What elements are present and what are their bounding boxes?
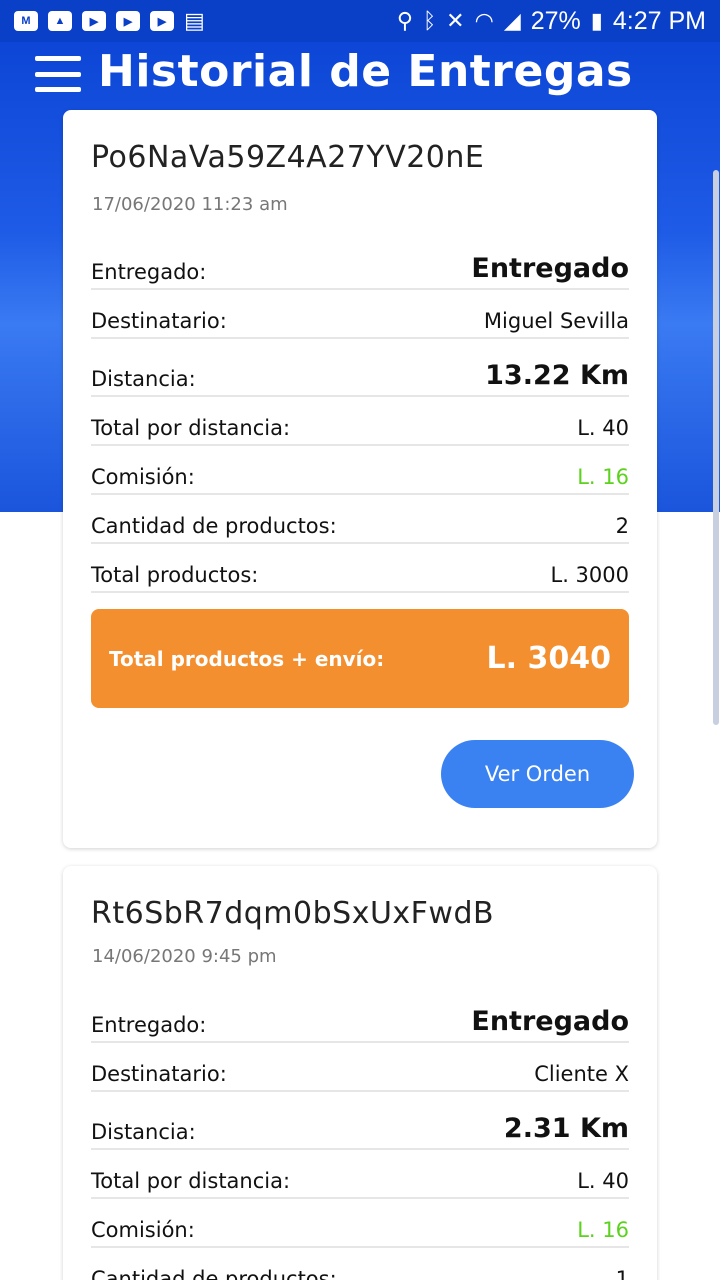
row-label: Distancia: (91, 1120, 196, 1144)
row-label: Distancia: (91, 367, 196, 391)
order-card: Po6NaVa59Z4A27YV20nE 17/06/2020 11:23 am… (63, 110, 657, 848)
row-label: Cantidad de productos: (91, 514, 337, 538)
delivery-status: Entregado (471, 1006, 629, 1037)
row-cantidad: Cantidad de productos: 2 (91, 495, 629, 544)
distance-total-value: L. 40 (577, 416, 629, 440)
row-destinatario: Destinatario: Cliente X (91, 1043, 629, 1092)
bluetooth-icon: ᛒ (422, 8, 437, 33)
image-icon: ▲ (48, 11, 72, 31)
row-entregado: Entregado: Entregado (91, 994, 629, 1043)
row-label: Entregado: (91, 1013, 207, 1037)
order-id: Rt6SbR7dqm0bSxUxFwdB (91, 896, 495, 931)
order-card: Rt6SbR7dqm0bSxUxFwdB 14/06/2020 9:45 pm … (63, 866, 657, 1280)
products-total-value: L. 3000 (550, 563, 630, 587)
delivery-status: Entregado (471, 253, 629, 284)
row-label: Comisión: (91, 1218, 195, 1242)
row-label: Total por distancia: (91, 416, 291, 440)
row-entregado: Entregado: Entregado (91, 241, 629, 290)
row-label: Destinatario: (91, 309, 227, 333)
recipient-name: Miguel Sevilla (483, 309, 629, 333)
row-label: Entregado: (91, 260, 207, 284)
recipient-name: Cliente X (534, 1062, 629, 1086)
notification-icons: M ▲ ▶ ▶ ▶ ▤ (14, 10, 205, 32)
distance-value: 13.22 Km (485, 360, 629, 391)
row-total-distancia: Total por distancia: L. 40 (91, 1150, 629, 1199)
signal-icon: ◢ (503, 8, 521, 33)
distance-total-value: L. 40 (577, 1169, 629, 1193)
barcode-icon: ▤ (184, 8, 205, 33)
row-comision: Comisión: L. 16 (91, 446, 629, 495)
commission-value: L. 16 (577, 465, 629, 489)
row-destinatario: Destinatario: Miguel Sevilla (91, 290, 629, 339)
page-title: Historial de Entregas (98, 46, 633, 97)
scrollbar[interactable] (713, 170, 719, 725)
battery-percent: 27% (530, 6, 581, 35)
order-date: 17/06/2020 11:23 am (92, 194, 288, 215)
gmail-icon: M (14, 11, 38, 31)
product-count: 1 (615, 1267, 629, 1280)
order-id: Po6NaVa59Z4A27YV20nE (91, 140, 485, 175)
row-label: Cantidad de productos: (91, 1267, 337, 1280)
hamburger-menu-icon[interactable] (35, 56, 81, 92)
battery-icon: ▮ (590, 8, 603, 33)
status-bar: M ▲ ▶ ▶ ▶ ▤ ⚲ ᛒ ✕ ◠ ◢ 27% ▮ 4:27 PM (0, 0, 720, 42)
order-date: 14/06/2020 9:45 pm (92, 946, 277, 967)
product-count: 2 (615, 514, 629, 538)
row-total-distancia: Total por distancia: L. 40 (91, 397, 629, 446)
grand-total-value: L. 3040 (486, 641, 611, 676)
grand-total-label: Total productos + envío: (109, 646, 385, 671)
mute-icon: ✕ (446, 8, 465, 33)
row-comision: Comisión: L. 16 (91, 1199, 629, 1248)
row-label: Destinatario: (91, 1062, 227, 1086)
location-icon: ⚲ (396, 8, 413, 33)
wifi-icon: ◠ (474, 8, 494, 33)
youtube-icon: ▶ (82, 11, 106, 31)
commission-value: L. 16 (577, 1218, 629, 1242)
ver-orden-button[interactable]: Ver Orden (441, 740, 634, 808)
row-label: Total productos: (91, 563, 259, 587)
row-total-productos: Total productos: L. 3000 (91, 544, 629, 593)
row-cantidad: Cantidad de productos: 1 (91, 1248, 629, 1280)
clock: 4:27 PM (612, 6, 706, 35)
row-distancia: Distancia: 13.22 Km (91, 348, 629, 397)
system-icons: ⚲ ᛒ ✕ ◠ ◢ 27% ▮ 4:27 PM (397, 7, 706, 36)
distance-value: 2.31 Km (503, 1113, 629, 1144)
youtube-icon: ▶ (116, 11, 140, 31)
row-label: Comisión: (91, 465, 195, 489)
grand-total-box: Total productos + envío: L. 3040 (91, 609, 629, 708)
youtube-icon: ▶ (150, 11, 174, 31)
row-label: Total por distancia: (91, 1169, 291, 1193)
row-distancia: Distancia: 2.31 Km (91, 1101, 629, 1150)
